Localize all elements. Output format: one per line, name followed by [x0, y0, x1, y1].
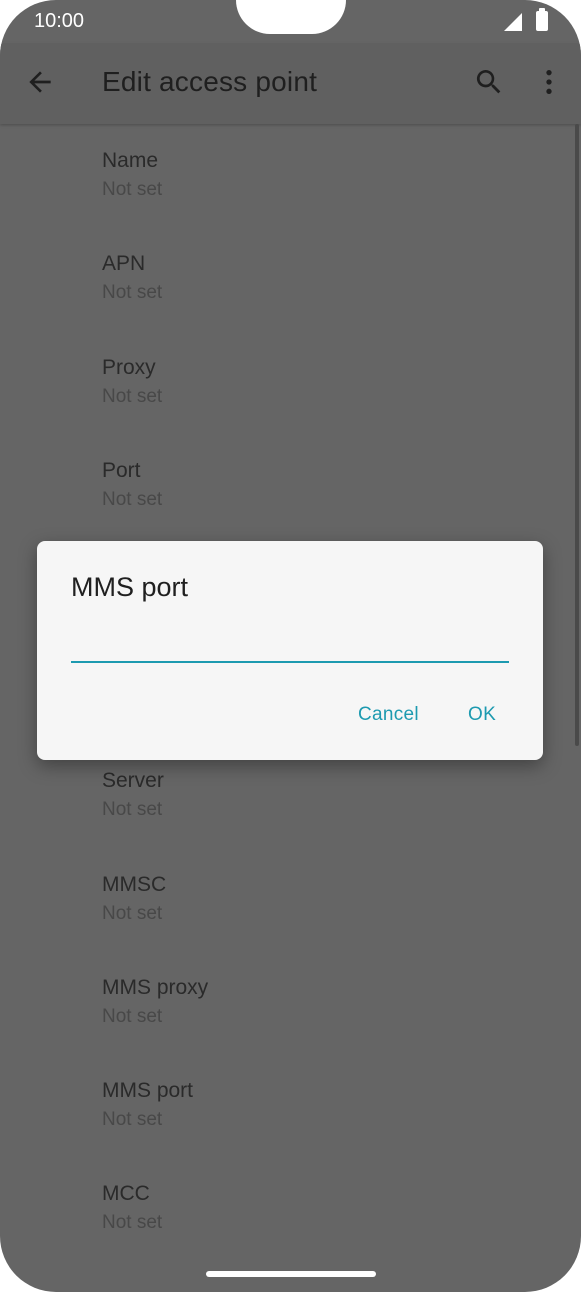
list-item-mms-proxy[interactable]: MMS proxy Not set [102, 951, 522, 1031]
mms-port-dialog: MMS port Cancel OK [37, 541, 543, 760]
more-vert-icon[interactable] [533, 66, 565, 98]
list-item-name[interactable]: Name Not set [102, 124, 522, 204]
ok-button[interactable]: OK [468, 704, 496, 726]
dialog-title: MMS port [71, 572, 189, 602]
list-item-value: Not set [102, 903, 163, 924]
status-bar: 10:00 [0, 0, 581, 44]
list-item-value: Not set [102, 1006, 163, 1027]
arrow-back-icon[interactable] [24, 66, 56, 98]
cancel-button[interactable]: Cancel [358, 704, 419, 726]
list-item-title: MCC [102, 1182, 150, 1205]
list-item-title: Name [102, 149, 159, 172]
gesture-nav-handle[interactable] [206, 1271, 376, 1277]
list-item-title: MMS proxy [102, 976, 209, 999]
list-item-mms-port[interactable]: MMS port Not set [102, 1054, 522, 1134]
app-bar: Edit access point [0, 44, 581, 124]
list-item-value: Not set [102, 282, 163, 303]
signal-icon [504, 13, 522, 31]
list-item-value: Not set [102, 489, 163, 510]
list-item-value: Not set [102, 799, 163, 820]
list-item-title: Proxy [102, 356, 156, 379]
list-item-value: Not set [102, 179, 163, 200]
search-icon[interactable] [473, 66, 505, 98]
list-item-mmsc[interactable]: MMSC Not set [102, 848, 522, 928]
list-item-proxy[interactable]: Proxy Not set [102, 331, 522, 411]
page-title: Edit access point [102, 66, 318, 97]
list-item-apn[interactable]: APN Not set [102, 227, 522, 307]
list-item-value: Not set [102, 1109, 163, 1130]
status-time: 10:00 [34, 10, 85, 32]
battery-icon [536, 8, 548, 31]
device-screen: 10:00 Edit access point Name Not set APN… [0, 0, 581, 1292]
scrollbar[interactable] [575, 124, 579, 746]
mms-port-input[interactable] [71, 631, 509, 663]
list-item-mcc[interactable]: MCC Not set [102, 1157, 522, 1237]
list-item-title: MMS port [102, 1079, 194, 1102]
list-item-title: MMSC [102, 873, 167, 896]
list-item-value: Not set [102, 386, 163, 407]
list-item-title: APN [102, 252, 146, 275]
list-item-value: Not set [102, 1212, 163, 1233]
list-item-port[interactable]: Port Not set [102, 434, 522, 514]
list-item-title: Server [102, 769, 164, 792]
list-item-title: Port [102, 459, 141, 482]
